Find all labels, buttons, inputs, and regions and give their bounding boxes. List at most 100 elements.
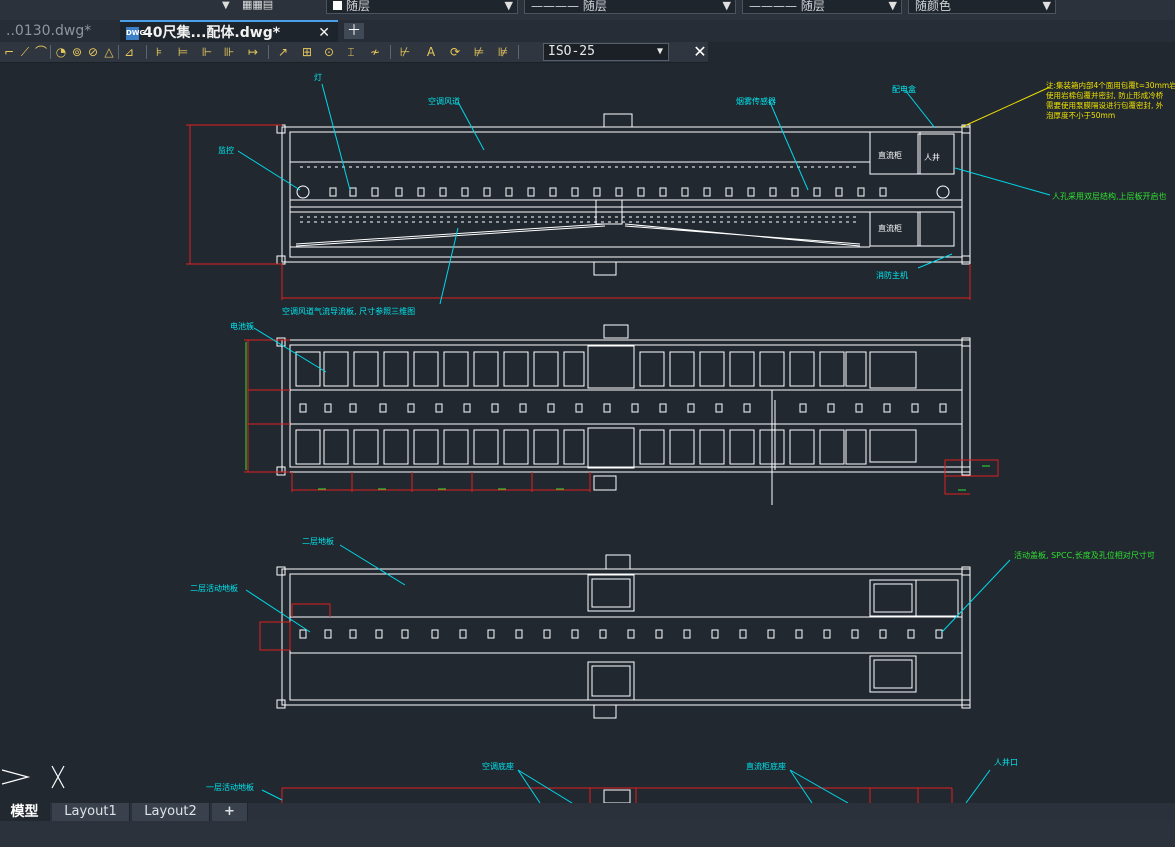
label-smoke-detector: 烟雾传感器 [736,96,776,106]
note-line: 需要使用泵膜隔设进行包覆密封, 外 [1046,100,1164,110]
toolbar-separator [518,45,519,59]
dim-continue-icon[interactable]: ⊨ [176,45,190,59]
dim-linear-icon[interactable]: ⌐ [2,45,16,59]
close-icon[interactable]: ✕ [318,22,330,44]
dimensions-view-2 [244,339,999,495]
chevron-down-icon: ▼ [504,0,513,12]
chevron-down-icon: ▼ [888,0,897,12]
label-ac-duct: 空调风道 [428,96,460,106]
dim-tolerance-icon[interactable]: ↦ [246,45,260,59]
note-line: 使用岩棉包覆并密封, 防止形成冷桥 [1046,90,1164,100]
lights-row [296,185,950,199]
lineweight-dropdown-value: ———— 随层 [749,0,825,13]
chevron-down-icon: ▼ [656,46,663,57]
chevron-down-icon: ▼ [1042,0,1051,12]
dim-text-edit-icon[interactable]: A [424,45,438,59]
layout-tab-bar: 模型 Layout1 Layout2 + [0,803,1175,821]
color-swatch-icon [333,1,342,10]
dim-update-icon[interactable]: ⟳ [448,45,462,59]
label-first-floor-move: 一层活动地板 [206,782,254,792]
label-dc-cabinet-1: 直流柜 [878,150,902,160]
label-light: 灯 [314,72,322,82]
tab-layout2[interactable]: Layout2 [132,803,210,821]
new-tab-button[interactable]: ＋ [344,23,364,39]
center-mark-icon[interactable]: ⊙ [322,45,336,59]
dim-reassociate-icon[interactable]: ⊭ [472,45,486,59]
dim-jogged-linear-icon[interactable]: ≁ [368,45,382,59]
toolbar-separator [268,45,269,59]
dim-angular-icon[interactable]: △ [102,45,116,59]
document-tab-active[interactable]: DWG40尺集...配体.dwg* ✕ [120,20,338,42]
label-battery: 电池簇 [230,321,254,331]
label-manhole-1: 人井 [924,152,940,162]
leaders-view-3 [245,544,1011,633]
tab-label: ..0130.dwg* [6,23,92,39]
label-manhole-note: 人孔采用双层结构,上层板开启也 [1052,191,1167,201]
first-floor-view [603,789,631,803]
label-move-plate-note: 活动盖板, SPCC,长度及孔位相对尺寸可 [1014,550,1155,560]
plan-view-top [276,113,971,276]
dim-inspect-icon[interactable]: ⌶ [344,45,358,59]
close-toolbar-button[interactable]: ✕ [692,42,708,62]
lineweight-dropdown[interactable]: ———— 随层 ▼ [742,0,902,14]
ucs-axis-icon [1,765,65,789]
label-manhole-mouth: 人井口 [994,757,1018,767]
annotation-texts: 灯 空调风道 烟雾传感器 配电盒 监控 直流柜 人井 直流柜 消防主机 空调风道… [190,72,1018,792]
toolbar-separator [390,45,391,59]
second-floor-view [276,554,971,719]
toolbar-separator [118,45,119,59]
tab-layout1[interactable]: Layout1 [52,803,130,821]
tab-model[interactable]: 模型 [0,803,50,821]
label-dc-base: 直流柜底座 [746,761,786,771]
dim-radius-icon[interactable]: ◔ [54,45,68,59]
dim-style-dropdown[interactable]: ISO-25 ▼ [543,43,669,61]
toolbar-separator [146,45,147,59]
dim-style-icon[interactable]: ⊯ [496,45,510,59]
label-ac-base: 空调底座 [482,761,514,771]
layer-state-icon[interactable]: ▦▦▤ [242,0,290,12]
dimensions-view-3 [259,603,331,651]
dim-arc-icon[interactable]: ⌒ [34,45,48,59]
tab-label: 40尺集...配体.dwg* [143,25,281,41]
dim-edit-icon[interactable]: ⊬ [398,45,412,59]
color-dropdown-value: 随层 [346,0,371,13]
quick-dim-icon[interactable]: ⊿ [122,45,136,59]
dropdown-arrow-icon[interactable]: ▼ [222,0,234,11]
dim-style-value: ISO-25 [548,44,595,59]
linetype-dropdown-value: ———— 随层 [531,0,607,13]
label-fire-host: 消防主机 [876,270,908,280]
add-layout-button[interactable]: + [212,803,248,821]
dim-aligned-icon[interactable]: ⟋ [18,45,32,59]
label-second-floor: 二层地板 [302,536,334,546]
label-monitor: 监控 [218,145,234,155]
plotstyle-dropdown[interactable]: 随颜色 ▼ [908,0,1056,14]
drawing-canvas[interactable]: 灯 空调风道 烟雾传感器 配电盒 监控 直流柜 人井 直流柜 消防主机 空调风道… [0,62,1175,803]
document-tab-bar: ..0130.dwg* DWG40尺集...配体.dwg* ✕ ＋ [0,20,1175,42]
dim-break-icon[interactable]: ⊪ [222,45,236,59]
note-line: 注:集装箱内部4个面用包覆t=30mm岩棉 [1046,80,1175,90]
dim-jogged-icon[interactable]: ⊚ [70,45,84,59]
battery-cells [295,351,947,465]
note-line: 泡厚度不小于50mm [1046,110,1115,120]
green-texts: 人孔采用双层结构,上层板开启也 活动盖板, SPCC,长度及孔位相对尺寸可 [1014,191,1167,560]
linetype-dropdown[interactable]: ———— 随层 ▼ [524,0,736,14]
dwg-file-icon: DWG [126,26,145,40]
label-dc-cabinet-2: 直流柜 [878,223,902,233]
property-toolbar: ▼ ▦▦▤ 随层 ▼ ———— 随层 ▼ ———— 随层 ▼ 随颜色 ▼ [0,0,1175,21]
toolbar-separator [50,45,51,59]
leader-icon[interactable]: ↗ [276,45,290,59]
dim-baseline-icon[interactable]: ⊧ [152,45,166,59]
plotstyle-dropdown-value: 随颜色 [915,0,952,13]
tolerance-icon[interactable]: ⊞ [300,45,314,59]
plus-icon: ＋ [347,23,361,39]
status-bar [0,821,1175,847]
chevron-down-icon: ▼ [722,0,731,12]
label-dist-box: 配电盒 [892,84,916,94]
close-icon: ✕ [693,42,707,61]
label-second-floor-move: 二层活动地板 [190,583,238,593]
leaders-view-4 [261,769,991,803]
dim-space-icon[interactable]: ⊩ [200,45,214,59]
color-dropdown[interactable]: 随层 ▼ [326,0,518,14]
document-tab-inactive[interactable]: ..0130.dwg* [0,20,118,42]
dim-diameter-icon[interactable]: ⊘ [86,45,100,59]
